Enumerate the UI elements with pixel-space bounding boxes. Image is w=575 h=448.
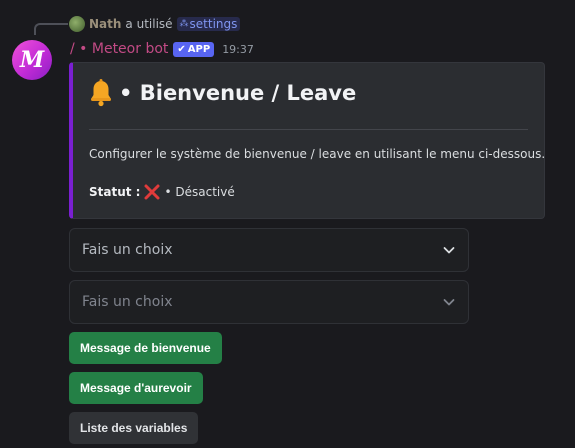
reply-connector: [34, 23, 68, 35]
reply-action: a utilisé: [125, 17, 173, 31]
slash-command-icon: ⁂: [179, 19, 189, 29]
embed-card: • Bienvenue / Leave Configurer le systèm…: [69, 62, 545, 219]
cross-mark-icon: [144, 184, 160, 200]
user-avatar-icon[interactable]: [69, 16, 85, 32]
reply-username[interactable]: Nath: [89, 17, 121, 31]
app-badge-label: APP: [187, 43, 211, 55]
goodbye-message-button[interactable]: Message d'aurevoir: [69, 372, 203, 404]
embed-divider: [89, 129, 528, 130]
select-placeholder: Fais un choix: [82, 242, 173, 258]
welcome-message-button[interactable]: Message de bienvenue: [69, 332, 222, 364]
embed-title: • Bienvenue / Leave: [89, 79, 356, 107]
select-menu-1[interactable]: Fais un choix: [69, 228, 469, 272]
select-placeholder: Fais un choix: [82, 294, 173, 310]
chevron-down-icon: [443, 299, 455, 306]
embed-status: Statut : • Désactivé: [89, 183, 235, 201]
command-mention[interactable]: ⁂ settings: [176, 17, 241, 31]
bot-avatar[interactable]: M: [12, 40, 52, 80]
reply-context[interactable]: Nath a utilisé ⁂ settings: [69, 15, 241, 33]
message-header: / • Meteor bot ✔ APP 19:37: [70, 39, 254, 59]
chevron-down-icon: [443, 247, 455, 254]
embed-title-text: • Bienvenue / Leave: [119, 81, 357, 105]
select-menu-2[interactable]: Fais un choix: [69, 280, 469, 324]
variables-list-button[interactable]: Liste des variables: [69, 412, 199, 444]
app-badge: ✔ APP: [173, 41, 215, 57]
check-icon: ✔: [177, 43, 186, 55]
message-timestamp: 19:37: [222, 42, 254, 56]
command-name: settings: [189, 17, 238, 31]
avatar-letter: M: [19, 47, 45, 73]
bell-icon: [91, 79, 111, 107]
status-value: • Désactivé: [164, 185, 235, 199]
status-label: Statut :: [89, 185, 141, 199]
embed-description: Configurer le système de bienvenue / lea…: [89, 147, 546, 161]
bot-name[interactable]: / • Meteor bot: [70, 41, 168, 57]
